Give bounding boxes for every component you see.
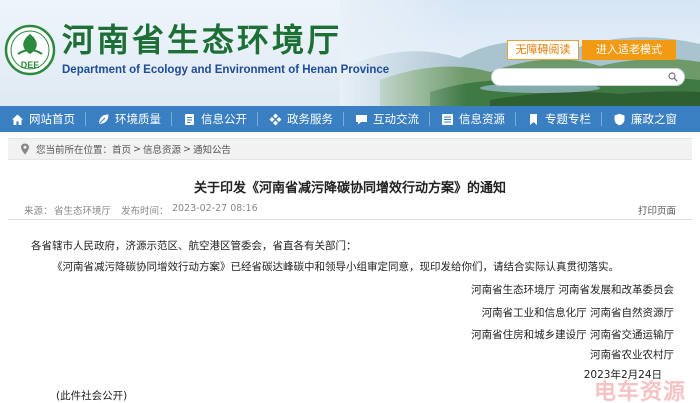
breadcrumb-link-home[interactable]: 首页 — [112, 142, 131, 156]
diamond-grid-icon — [268, 112, 282, 126]
article-body-paragraph: 《河南省减污降碳协同增效行动方案》已经省碳达峰碳中和领导小组审定同意，现印发给你… — [52, 261, 619, 273]
nav-item-home[interactable]: 网站首页 — [0, 106, 75, 132]
nav-label: 互动交流 — [373, 112, 419, 126]
breadcrumb: 您当前所在位置： 首页 > 信息资源 > 通知公告 — [8, 138, 692, 160]
nav-label: 环境质量 — [115, 112, 161, 126]
publish-time-label: 发布时间： — [121, 206, 169, 217]
breadcrumb-separator: > — [133, 143, 141, 155]
publish-time-value: 2023-02-27 08:16 — [172, 203, 258, 214]
breadcrumb-prefix: 您当前所在位置： — [36, 145, 113, 156]
document-icon — [182, 112, 196, 126]
nav-label: 信息公开 — [201, 112, 247, 126]
nav-label: 廉政之窗 — [631, 112, 677, 126]
leaf-icon — [96, 112, 110, 126]
accessible-reading-button[interactable]: 无障碍阅读 — [507, 40, 579, 60]
signatory-line: 河南省农业农村厅 — [590, 349, 674, 361]
breadcrumb-link-info-resources[interactable]: 信息资源 — [143, 142, 181, 156]
article-salutation: 各省辖市人民政府，济源示范区、航空港区管委会，省直各有关部门： — [31, 240, 357, 252]
source-value: 省生态环境厅 — [54, 206, 112, 217]
source-label: 来源： — [24, 206, 53, 217]
nav-item-interaction[interactable]: 互动交流 — [344, 106, 419, 132]
site-subtitle: Department of Ecology and Environment of… — [62, 64, 390, 76]
site-title[interactable]: 河南省生态环境厅 — [62, 22, 342, 58]
nav-item-info-disclosure[interactable]: 信息公开 — [172, 106, 247, 132]
meta-divider — [8, 219, 692, 220]
breadcrumb-separator: > — [183, 143, 191, 155]
bookmark-icon — [526, 112, 540, 126]
home-icon — [10, 112, 24, 126]
logo-text: DEE — [21, 60, 40, 70]
nav-item-special-topics[interactable]: 专题专栏 — [516, 106, 591, 132]
nav-label: 专题专栏 — [545, 112, 591, 126]
location-pin-icon — [21, 143, 29, 155]
nav-item-integrity-window[interactable]: 廉政之窗 — [602, 106, 677, 132]
print-page-link[interactable]: 打印页面 — [638, 203, 676, 217]
nav-item-gov-services[interactable]: 政务服务 — [258, 106, 333, 132]
header-banner: DEE 河南省生态环境厅 Department of Ecology and E… — [0, 0, 700, 106]
signatory-line: 河南省工业和信息化厅 河南省自然资源厅 — [481, 307, 674, 319]
search-icon[interactable] — [668, 72, 678, 82]
nav-label: 政务服务 — [287, 112, 333, 126]
main-nav: 网站首页 环境质量 信息公开 政务服务 互动交流 信息资源 专题专栏 廉政之窗 — [0, 106, 700, 132]
nav-item-info-resources[interactable]: 信息资源 — [430, 106, 505, 132]
nav-item-environment-quality[interactable]: 环境质量 — [86, 106, 161, 132]
signatory-line: 河南省住房和城乡建设厅 河南省交通运输厅 — [471, 329, 674, 341]
elder-mode-button[interactable]: 进入适老模式 — [582, 40, 676, 60]
nav-label: 网站首页 — [29, 112, 75, 126]
signatory-line: 河南省生态环境厅 河南省发展和改革委员会 — [471, 284, 674, 296]
watermark: 电车资源 — [593, 380, 686, 403]
search-input[interactable] — [500, 73, 670, 90]
disclosure-note: (此件社会公开) — [56, 390, 128, 402]
breadcrumb-link-notices[interactable]: 通知公告 — [193, 142, 231, 156]
article-title: 关于印发《河南省减污降碳协同增效行动方案》的通知 — [193, 181, 506, 196]
chat-icon — [354, 112, 368, 126]
nav-label: 信息资源 — [459, 112, 505, 126]
search-box — [491, 68, 685, 90]
list-icon — [440, 112, 454, 126]
shield-icon — [612, 112, 626, 126]
article-meta: 来源： 省生态环境厅 发布时间： 2023-02-27 08:16 打印页面 — [8, 202, 692, 218]
department-logo: DEE — [4, 24, 56, 76]
